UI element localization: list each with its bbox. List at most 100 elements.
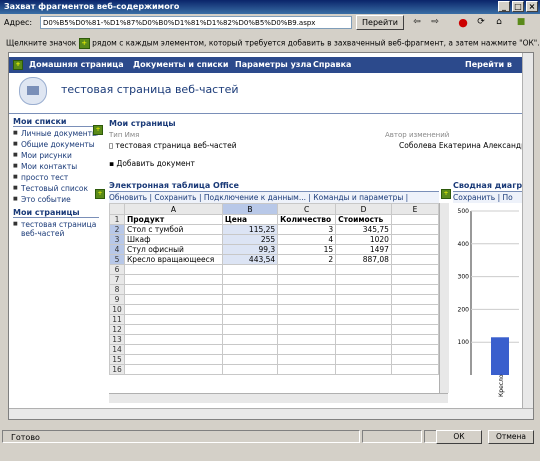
row-header[interactable]: 5 — [109, 254, 125, 265]
spreadsheet-cell[interactable]: 443,54 — [221, 254, 279, 265]
spreadsheet-cell[interactable]: 115,25 — [221, 224, 279, 235]
add-sidebar-icon[interactable]: + — [93, 125, 103, 135]
spreadsheet-cell[interactable] — [390, 234, 440, 245]
page-link[interactable]: тестовая страница веб-частей — [116, 141, 237, 150]
column-header[interactable]: E — [390, 203, 440, 215]
spreadsheet-cell[interactable] — [221, 334, 279, 345]
spreadsheet-cell[interactable] — [221, 304, 279, 315]
spreadsheet-cell[interactable] — [277, 274, 337, 285]
add-navbar-icon[interactable]: + — [13, 60, 23, 70]
my-pages-sidebar-heading[interactable]: Мои страницы — [13, 208, 99, 218]
row-header[interactable]: 7 — [109, 274, 125, 285]
spreadsheet-cell[interactable] — [221, 314, 279, 325]
spreadsheet-cell[interactable] — [335, 344, 392, 355]
row-header[interactable]: 10 — [109, 304, 125, 315]
column-header[interactable]: A — [123, 203, 223, 215]
row-header[interactable]: 15 — [109, 354, 125, 365]
spreadsheet-cell[interactable] — [123, 354, 223, 365]
sidebar-page-item[interactable]: тестовая страница веб-частей — [13, 220, 99, 238]
spreadsheet-cell[interactable] — [390, 324, 440, 335]
spreadsheet-cell[interactable] — [123, 284, 223, 295]
nav-settings-link[interactable]: Параметры узла — [235, 60, 312, 69]
spreadsheet-cell[interactable] — [335, 334, 392, 345]
spreadsheet-cell[interactable] — [123, 364, 223, 375]
sidebar-list-item[interactable]: просто тест — [13, 173, 99, 182]
sidebar-list-item[interactable]: Это событие — [13, 195, 99, 204]
spreadsheet-cell[interactable] — [277, 354, 337, 365]
spreadsheet-cell[interactable] — [123, 304, 223, 315]
row-header[interactable]: 12 — [109, 324, 125, 335]
spreadsheet-cell[interactable]: Стул офисный — [123, 244, 223, 255]
spreadsheet-cell[interactable] — [390, 304, 440, 315]
sidebar-list-item[interactable]: Общие документы — [13, 140, 99, 149]
spreadsheet-cell[interactable] — [390, 254, 440, 265]
column-header[interactable]: D — [335, 203, 392, 215]
spreadsheet-cell[interactable]: 1497 — [335, 244, 392, 255]
spreadsheet-cell[interactable] — [221, 284, 279, 295]
spreadsheet-cell[interactable] — [335, 264, 392, 275]
spreadsheet-cell[interactable] — [123, 274, 223, 285]
spreadsheet-cell[interactable] — [221, 294, 279, 305]
spreadsheet-cell[interactable]: 255 — [221, 234, 279, 245]
spreadsheet-cell[interactable] — [221, 274, 279, 285]
spreadsheet-vertical-scrollbar[interactable] — [439, 203, 449, 393]
close-button[interactable]: × — [526, 1, 538, 12]
spreadsheet-cell[interactable] — [390, 224, 440, 235]
spreadsheet-cell[interactable] — [335, 294, 392, 305]
add-pivot-icon[interactable]: + — [441, 189, 451, 199]
cancel-button[interactable]: Отмена — [488, 430, 534, 444]
sidebar-list-item[interactable]: Тестовый список — [13, 184, 99, 193]
spreadsheet-cell[interactable] — [221, 324, 279, 335]
spreadsheet-cell[interactable] — [123, 314, 223, 325]
add-document-link[interactable]: ▪ Добавить документ — [109, 159, 195, 168]
spreadsheet-cell[interactable] — [335, 324, 392, 335]
spreadsheet-cell[interactable] — [390, 314, 440, 325]
spreadsheet-cell[interactable] — [277, 264, 337, 275]
spreadsheet-cell[interactable] — [277, 294, 337, 305]
row-header[interactable]: 14 — [109, 344, 125, 355]
corner-cell[interactable] — [109, 203, 125, 215]
back-arrow-icon[interactable]: ⇦ — [410, 16, 424, 29]
spreadsheet-cell[interactable] — [277, 364, 337, 375]
my-lists-heading[interactable]: Мои списки — [13, 117, 99, 127]
frame-horizontal-scrollbar[interactable] — [9, 408, 533, 419]
go-button[interactable]: Перейти — [356, 15, 404, 30]
spreadsheet-cell[interactable]: Шкаф — [123, 234, 223, 245]
page-row[interactable]: ▯ тестовая страница веб-частей — [109, 141, 237, 150]
spreadsheet-cell[interactable]: 3 — [277, 224, 337, 235]
spreadsheet-cell[interactable] — [221, 344, 279, 355]
sidebar-list-item[interactable]: Мои контакты — [13, 162, 99, 171]
row-header[interactable]: 4 — [109, 244, 125, 255]
add-fragment-icon[interactable]: ■ — [514, 16, 528, 29]
spreadsheet-cell[interactable] — [335, 284, 392, 295]
nav-docs-link[interactable]: Документы и списки — [133, 60, 228, 69]
spreadsheet-cell[interactable] — [277, 344, 337, 355]
spreadsheet-cell[interactable] — [335, 274, 392, 285]
row-header[interactable]: 11 — [109, 314, 125, 325]
nav-home-link[interactable]: Домашняя страница — [29, 60, 124, 69]
spreadsheet-cell[interactable] — [123, 344, 223, 355]
spreadsheet-cell[interactable] — [277, 284, 337, 295]
spreadsheet-cell[interactable] — [390, 364, 440, 375]
spreadsheet-cell[interactable] — [277, 324, 337, 335]
spreadsheet-cell[interactable] — [390, 354, 440, 365]
row-header[interactable]: 9 — [109, 294, 125, 305]
row-header[interactable]: 6 — [109, 264, 125, 275]
spreadsheet-cell[interactable] — [390, 344, 440, 355]
spreadsheet-cell[interactable] — [390, 334, 440, 345]
row-header[interactable]: 2 — [109, 224, 125, 235]
spreadsheet-cell[interactable] — [221, 354, 279, 365]
spreadsheet-cell[interactable] — [123, 334, 223, 345]
spreadsheet-cell[interactable] — [123, 324, 223, 335]
spreadsheet-cell[interactable]: 15 — [277, 244, 337, 255]
spreadsheet-cell[interactable] — [221, 364, 279, 375]
add-spreadsheet-icon[interactable]: + — [95, 189, 105, 199]
spreadsheet-horizontal-scrollbar[interactable] — [109, 393, 448, 403]
spreadsheet-cell[interactable]: 887,08 — [335, 254, 392, 265]
column-header[interactable]: C — [277, 203, 337, 215]
chart-bar[interactable] — [491, 337, 509, 375]
minimize-button[interactable]: _ — [498, 1, 510, 12]
spreadsheet-cell[interactable]: Стол с тумбой — [123, 224, 223, 235]
nav-help-link[interactable]: Справка — [313, 60, 351, 69]
spreadsheet-cell[interactable]: Цена — [221, 214, 279, 225]
